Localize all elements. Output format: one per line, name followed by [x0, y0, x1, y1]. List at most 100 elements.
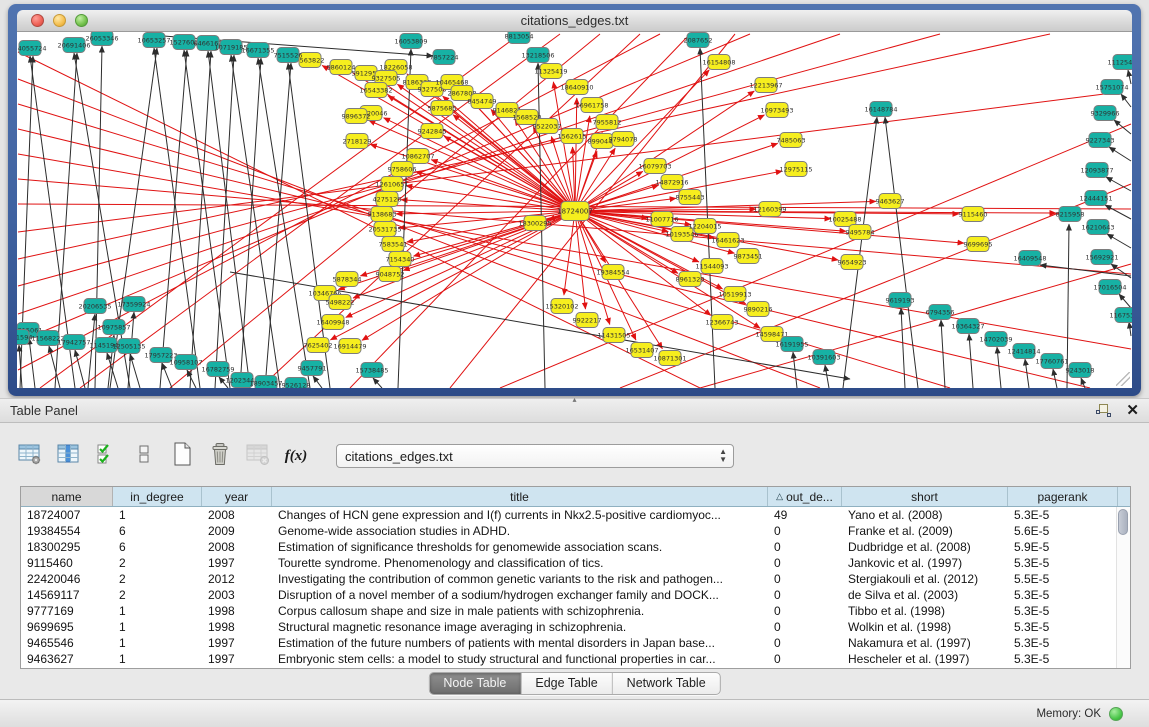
table-cell[interactable]: Wolkin et al. (1998)	[842, 619, 1008, 635]
table-cell[interactable]: 0	[768, 651, 842, 667]
table-cell[interactable]: Disruption of a novel member of a sodium…	[272, 587, 768, 603]
table-row[interactable]: 946362711997Embryonic stem cells: a mode…	[21, 651, 1130, 667]
graph-edge[interactable]	[901, 308, 905, 388]
graph-edge[interactable]	[1107, 234, 1131, 248]
column-header-name[interactable]: name	[21, 487, 113, 506]
table-cell[interactable]: 2009	[202, 523, 272, 539]
table-cell[interactable]: Tibbo et al. (1998)	[842, 603, 1008, 619]
column-header-out-de-[interactable]: △out_de...	[768, 487, 842, 506]
column-header-pagerank[interactable]: pagerank	[1008, 487, 1118, 506]
tab-node-table[interactable]: Node Table	[429, 673, 521, 694]
graph-edge[interactable]	[130, 354, 140, 388]
table-cell[interactable]: Corpus callosum shape and size in male p…	[272, 603, 768, 619]
table-row[interactable]: 969969511998Structural magnetic resonanc…	[21, 619, 1130, 635]
resize-grip-icon[interactable]	[1116, 372, 1130, 386]
table-cell[interactable]: 1998	[202, 619, 272, 635]
table-cell[interactable]: 1	[113, 651, 202, 667]
delete-column-button[interactable]	[206, 443, 234, 469]
table-cell[interactable]: 5.3E-5	[1008, 603, 1118, 619]
graph-edge[interactable]	[1119, 294, 1131, 308]
table-cell[interactable]: Hescheler et al. (1997)	[842, 651, 1008, 667]
network-canvas[interactable]: 7563822986012459129541822605893275051654…	[17, 32, 1132, 388]
graph-edge[interactable]	[231, 55, 280, 388]
table-cell[interactable]: 9699695	[21, 619, 113, 635]
table-row[interactable]: 2242004622012Investigating the contribut…	[21, 571, 1130, 587]
table-cell[interactable]: 2	[113, 587, 202, 603]
graph-edge[interactable]	[941, 320, 945, 388]
table-row[interactable]: 1872400712008Changes of HCN gene express…	[21, 507, 1130, 523]
graph-edge[interactable]	[1121, 94, 1131, 107]
graph-edge[interactable]	[1114, 120, 1131, 134]
table-cell[interactable]: 1997	[202, 635, 272, 651]
tab-edge-table[interactable]: Edge Table	[521, 673, 612, 694]
graph-edge[interactable]	[1105, 205, 1131, 219]
table-select[interactable]: citations_edges.txt ▲▼	[336, 444, 734, 468]
table-cell[interactable]: 0	[768, 619, 842, 635]
table-cell[interactable]: Estimation of significance thresholds fo…	[272, 539, 768, 555]
table-cell[interactable]: 0	[768, 587, 842, 603]
table-cell[interactable]: 0	[768, 571, 842, 587]
graph-edge[interactable]	[843, 117, 877, 388]
table-cell[interactable]: 2	[113, 571, 202, 587]
table-cell[interactable]: 5.3E-5	[1008, 507, 1118, 523]
table-cell[interactable]: Nakamura et al. (1997)	[842, 635, 1008, 651]
graph-edge[interactable]	[373, 378, 382, 388]
table-cell[interactable]: 18724007	[21, 507, 113, 523]
table-row[interactable]: 946554611997Estimation of the future num…	[21, 635, 1130, 651]
table-cell[interactable]: 5.3E-5	[1008, 651, 1118, 667]
table-cell[interactable]: 0	[768, 555, 842, 571]
table-cell[interactable]: 2012	[202, 571, 272, 587]
table-cell[interactable]: 1	[113, 507, 202, 523]
table-mode-button[interactable]	[16, 443, 44, 469]
table-row[interactable]: 977716911998Corpus callosum shape and si…	[21, 603, 1130, 619]
table-cell[interactable]: 1998	[202, 603, 272, 619]
table-cell[interactable]: 1997	[202, 555, 272, 571]
graph-edge[interactable]	[564, 211, 575, 295]
table-cell[interactable]: 2003	[202, 587, 272, 603]
table-cell[interactable]: 18300295	[21, 539, 113, 555]
table-cell[interactable]: 5.5E-5	[1008, 571, 1118, 587]
create-table-button[interactable]	[168, 443, 196, 469]
table-cell[interactable]: 0	[768, 539, 842, 555]
table-cell[interactable]: 0	[768, 523, 842, 539]
graph-edge[interactable]	[88, 314, 95, 388]
table-cell[interactable]: de Silva et al. (2003)	[842, 587, 1008, 603]
table-cell[interactable]: Stergiakouli et al. (2012)	[842, 571, 1008, 587]
table-cell[interactable]: 5.3E-5	[1008, 619, 1118, 635]
table-cell[interactable]: 2	[113, 555, 202, 571]
close-panel-icon[interactable]: ✕	[1126, 404, 1139, 418]
table-cell[interactable]: 2008	[202, 507, 272, 523]
table-cell[interactable]: 9777169	[21, 603, 113, 619]
tab-network-table[interactable]: Network Table	[613, 673, 720, 694]
float-panel-icon[interactable]	[1096, 404, 1112, 418]
table-cell[interactable]: 0	[768, 635, 842, 651]
graph-edge[interactable]	[258, 58, 310, 388]
table-row[interactable]: 1456911722003Disruption of a novel membe…	[21, 587, 1130, 603]
graph-edge[interactable]	[265, 63, 291, 388]
table-cell[interactable]: Dudbridge et al. (2008)	[842, 539, 1008, 555]
graph-edge[interactable]	[49, 346, 60, 388]
graph-edge[interactable]	[190, 51, 211, 388]
graph-edge[interactable]	[1053, 369, 1057, 388]
table-cell[interactable]: 5.3E-5	[1008, 555, 1118, 571]
graph-edge[interactable]	[184, 50, 230, 388]
graph-edge[interactable]	[885, 117, 918, 388]
table-cell[interactable]: 49	[768, 507, 842, 523]
show-columns-button[interactable]	[54, 443, 82, 469]
table-cell[interactable]: 6	[113, 523, 202, 539]
table-cell[interactable]: 1	[113, 619, 202, 635]
table-cell[interactable]: 5.3E-5	[1008, 635, 1118, 651]
table-cell[interactable]: 5.6E-5	[1008, 523, 1118, 539]
graph-edge[interactable]	[1109, 147, 1131, 161]
table-cell[interactable]: 1	[113, 603, 202, 619]
graph-edge[interactable]	[825, 365, 829, 388]
table-cell[interactable]: 5.3E-5	[1008, 587, 1118, 603]
table-cell[interactable]: 5.9E-5	[1008, 539, 1118, 555]
row-height-button[interactable]	[130, 443, 158, 469]
table-cell[interactable]: 2008	[202, 539, 272, 555]
graph-edge[interactable]	[29, 338, 35, 388]
column-header-in-degree[interactable]: in_degree	[113, 487, 202, 506]
table-cell[interactable]: 14569117	[21, 587, 113, 603]
column-header-title[interactable]: title	[272, 487, 768, 506]
delete-table-button[interactable]	[244, 443, 272, 469]
